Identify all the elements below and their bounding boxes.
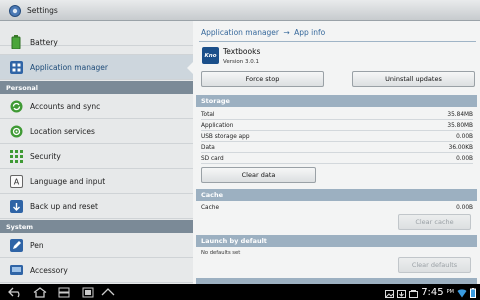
breadcrumb-current: App info [294, 28, 326, 37]
svg-text:A: A [13, 177, 19, 186]
apps-grid-icon [9, 60, 23, 74]
storage-row-usb: USB storage app 0.00B [201, 132, 473, 142]
launch-by-default-section-header: Launch by default [196, 235, 477, 247]
sidebar-item-accounts-and-sync[interactable]: Accounts and sync [0, 94, 193, 119]
sidebar-item-language-and-input[interactable]: A Language and input [0, 169, 193, 194]
app-info-pane: Application manager → App info Kno Textb… [193, 21, 480, 284]
row-value: 0.00B [456, 205, 473, 211]
clear-defaults-button[interactable]: Clear defaults [398, 257, 471, 273]
sidebar-item-battery[interactable]: Battery [0, 30, 193, 55]
sidebar-item-label: Pen [30, 240, 44, 250]
clear-data-button[interactable]: Clear data [201, 167, 316, 183]
app-icon-text: Kno [204, 52, 217, 59]
sidebar-item-label: Accessory [30, 265, 68, 275]
sidebar-item-location-services[interactable]: Location services [0, 119, 193, 144]
sync-icon [9, 99, 23, 113]
no-defaults-note: No defaults set [201, 250, 241, 256]
sidebar-item-accessory[interactable]: Accessory [0, 258, 193, 283]
row-label: USB storage app [201, 133, 250, 140]
sidebar-item-label: Back up and reset [30, 201, 98, 211]
sidebar-item-label: Application manager [30, 62, 108, 72]
breadcrumb: Application manager → App info [201, 28, 325, 37]
recent-apps-icon[interactable] [56, 286, 72, 298]
row-label: Total [201, 111, 215, 118]
breadcrumb-divider [199, 41, 476, 42]
settings-sidebar: Battery Application manager Personal Acc… [0, 21, 193, 284]
app-icon: Kno [202, 47, 219, 64]
cache-row: Cache 0.00B [201, 203, 473, 213]
sidebar-item-application-manager[interactable]: Application manager [0, 55, 193, 80]
title-bar: Settings [0, 0, 480, 21]
sidebar-item-security[interactable]: Security [0, 144, 193, 169]
notification-download-icon [397, 283, 407, 300]
backup-icon [9, 199, 23, 213]
app-version: Version 3.0.1 [223, 59, 259, 65]
status-clock: 7:45 [421, 286, 444, 298]
notification-photo-icon [385, 283, 395, 300]
window-title: Settings [27, 5, 58, 15]
sidebar-item-label: Location services [30, 126, 95, 136]
cache-section-header: Cache [196, 189, 477, 201]
row-label: SD card [201, 155, 224, 162]
row-value: 0.00B [456, 155, 473, 162]
sidebar-item-back-up-and-reset[interactable]: Back up and reset [0, 194, 193, 219]
row-label: Cache [201, 205, 220, 211]
breadcrumb-parent[interactable]: Application manager [201, 28, 279, 37]
row-value: 0.00B [456, 133, 473, 140]
sidebar-item-pen[interactable]: Pen [0, 233, 193, 258]
storage-row-data: Data 36.00KB [201, 143, 473, 153]
accessory-icon [9, 263, 23, 277]
sidebar-item-label: Security [30, 151, 61, 161]
row-value: 35.80MB [447, 122, 473, 129]
storage-row-sd-card: SD card 0.00B [201, 154, 473, 164]
row-label: Application [201, 122, 234, 129]
storage-section-header: Storage [196, 95, 477, 107]
uninstall-updates-button[interactable]: Uninstall updates [352, 71, 475, 87]
home-icon[interactable] [32, 286, 48, 298]
row-value: 36.00KB [448, 144, 473, 151]
wifi-icon [457, 283, 467, 300]
row-label: Data [201, 144, 215, 151]
row-value: 35.84MB [447, 111, 473, 118]
sidebar-item-label: Battery [30, 37, 58, 47]
settings-gear-icon[interactable] [8, 3, 22, 17]
status-ampm: PM [446, 289, 454, 295]
screenshot-icon[interactable] [80, 286, 96, 298]
battery-status-icon [470, 283, 476, 300]
sidebar-section-personal: Personal [0, 81, 193, 94]
storage-row-application: Application 35.80MB [201, 121, 473, 131]
sidebar-section-system: System [0, 220, 193, 233]
status-area[interactable]: 7:45 PM [385, 284, 476, 300]
system-nav-bar: 7:45 PM [0, 284, 480, 300]
security-grid-icon [9, 149, 23, 163]
force-stop-button[interactable]: Force stop [201, 71, 324, 87]
mini-apps-tray-icon[interactable] [100, 286, 116, 298]
battery-icon [9, 35, 23, 49]
app-name: Textbooks [223, 47, 261, 56]
breadcrumb-separator: → [283, 28, 290, 37]
storage-row-total: Total 35.84MB [201, 110, 473, 120]
clear-cache-button[interactable]: Clear cache [398, 214, 471, 230]
keyboard-a-icon: A [9, 174, 23, 188]
sidebar-item-label: Language and input [30, 176, 106, 186]
notification-store-icon [409, 283, 419, 300]
pen-icon [9, 238, 23, 252]
back-icon[interactable] [8, 286, 24, 298]
sidebar-item-label: Accounts and sync [30, 101, 101, 111]
location-icon [9, 124, 23, 138]
